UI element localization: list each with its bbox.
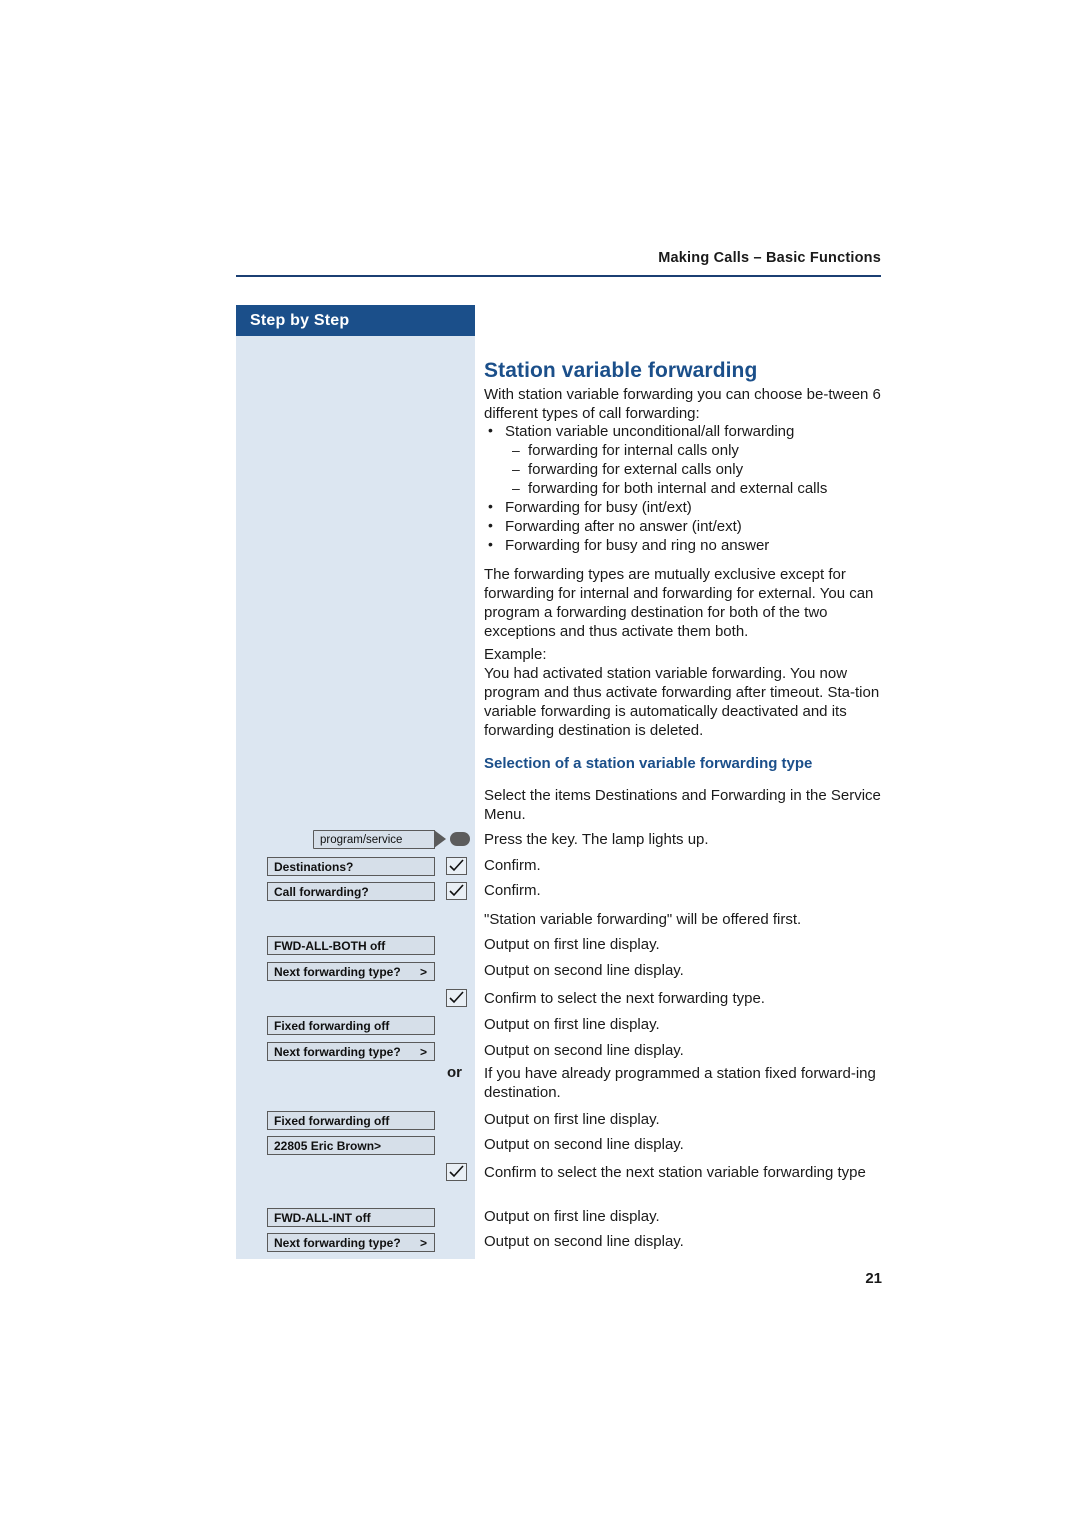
- example-paragraph: You had activated station variable forwa…: [484, 665, 880, 739]
- step-text: If you have already programmed a station…: [484, 1065, 876, 1101]
- step-text: Output on second line display.: [484, 1136, 684, 1153]
- display-line-fwd-all-both: FWD-ALL-BOTH off: [267, 936, 435, 955]
- softkey-next-forwarding-type[interactable]: Next forwarding type?: [267, 1233, 435, 1252]
- list-item: Station variable unconditional/all forwa…: [484, 421, 889, 441]
- select-items-paragraph: Select the items Destinations and Forwar…: [484, 787, 881, 823]
- step-text: Confirm to select the next forwarding ty…: [484, 990, 765, 1007]
- step-text: Confirm.: [484, 882, 541, 899]
- lamp-indicator-icon: [450, 832, 470, 846]
- list-item: Forwarding for busy and ring no answer: [484, 535, 889, 555]
- forwarding-type-list: Station variable unconditional/all forwa…: [484, 421, 889, 555]
- display-line-fixed-forwarding-off: Fixed forwarding off: [267, 1016, 435, 1035]
- checkmark-icon[interactable]: [446, 989, 467, 1007]
- or-label: or: [447, 1064, 462, 1081]
- running-head: Making Calls – Basic Functions: [658, 250, 881, 266]
- step-text: Output on first line display.: [484, 936, 660, 953]
- list-item: Forwarding for busy (int/ext): [484, 497, 889, 517]
- display-line-fixed-forwarding-off: Fixed forwarding off: [267, 1111, 435, 1130]
- intro-paragraph: With station variable forwarding you can…: [484, 386, 881, 422]
- list-item: Forwarding after no answer (int/ext): [484, 516, 889, 536]
- example-label: Example:: [484, 646, 547, 663]
- checkmark-icon[interactable]: [446, 882, 467, 900]
- page-title: Station variable forwarding: [484, 359, 758, 383]
- step-text: "Station variable forwarding" will be of…: [484, 911, 802, 928]
- step-text: Confirm to select the next station varia…: [484, 1164, 866, 1181]
- step-text: Output on first line display.: [484, 1016, 660, 1033]
- display-line-fwd-all-int: FWD-ALL-INT off: [267, 1208, 435, 1227]
- mutual-exclusive-paragraph: The forwarding types are mutually exclus…: [484, 566, 874, 640]
- softkey-next-forwarding-type[interactable]: Next forwarding type?: [267, 962, 435, 981]
- step-text: Output on first line display.: [484, 1111, 660, 1128]
- checkmark-icon[interactable]: [446, 1163, 467, 1181]
- step-text: Output on second line display.: [484, 1042, 684, 1059]
- softkey-destinations[interactable]: Destinations?: [267, 857, 435, 876]
- step-text: Output on second line display.: [484, 962, 684, 979]
- step-text: Output on first line display.: [484, 1208, 660, 1225]
- header-rule: [236, 275, 881, 277]
- display-line-forwarding-destination: 22805 Eric Brown>: [267, 1136, 435, 1155]
- step-text: Confirm.: [484, 857, 541, 874]
- step-text: Output on second line display.: [484, 1233, 684, 1250]
- list-item: forwarding for both internal and externa…: [484, 479, 889, 498]
- list-item: forwarding for external calls only: [484, 460, 889, 479]
- list-item: forwarding for internal calls only: [484, 441, 889, 460]
- checkmark-icon[interactable]: [446, 857, 467, 875]
- page-number: 21: [865, 1270, 882, 1287]
- step-text: Press the key. The lamp lights up.: [484, 831, 709, 848]
- key-arrow-icon: [434, 830, 446, 848]
- softkey-next-forwarding-type[interactable]: Next forwarding type?: [267, 1042, 435, 1061]
- section-subheading: Selection of a station variable forwardi…: [484, 755, 813, 772]
- softkey-call-forwarding[interactable]: Call forwarding?: [267, 882, 435, 901]
- manual-page: Making Calls – Basic Functions Step by S…: [0, 0, 1080, 1528]
- program-service-key[interactable]: program/service: [313, 830, 435, 849]
- step-by-step-title: Step by Step: [236, 305, 475, 336]
